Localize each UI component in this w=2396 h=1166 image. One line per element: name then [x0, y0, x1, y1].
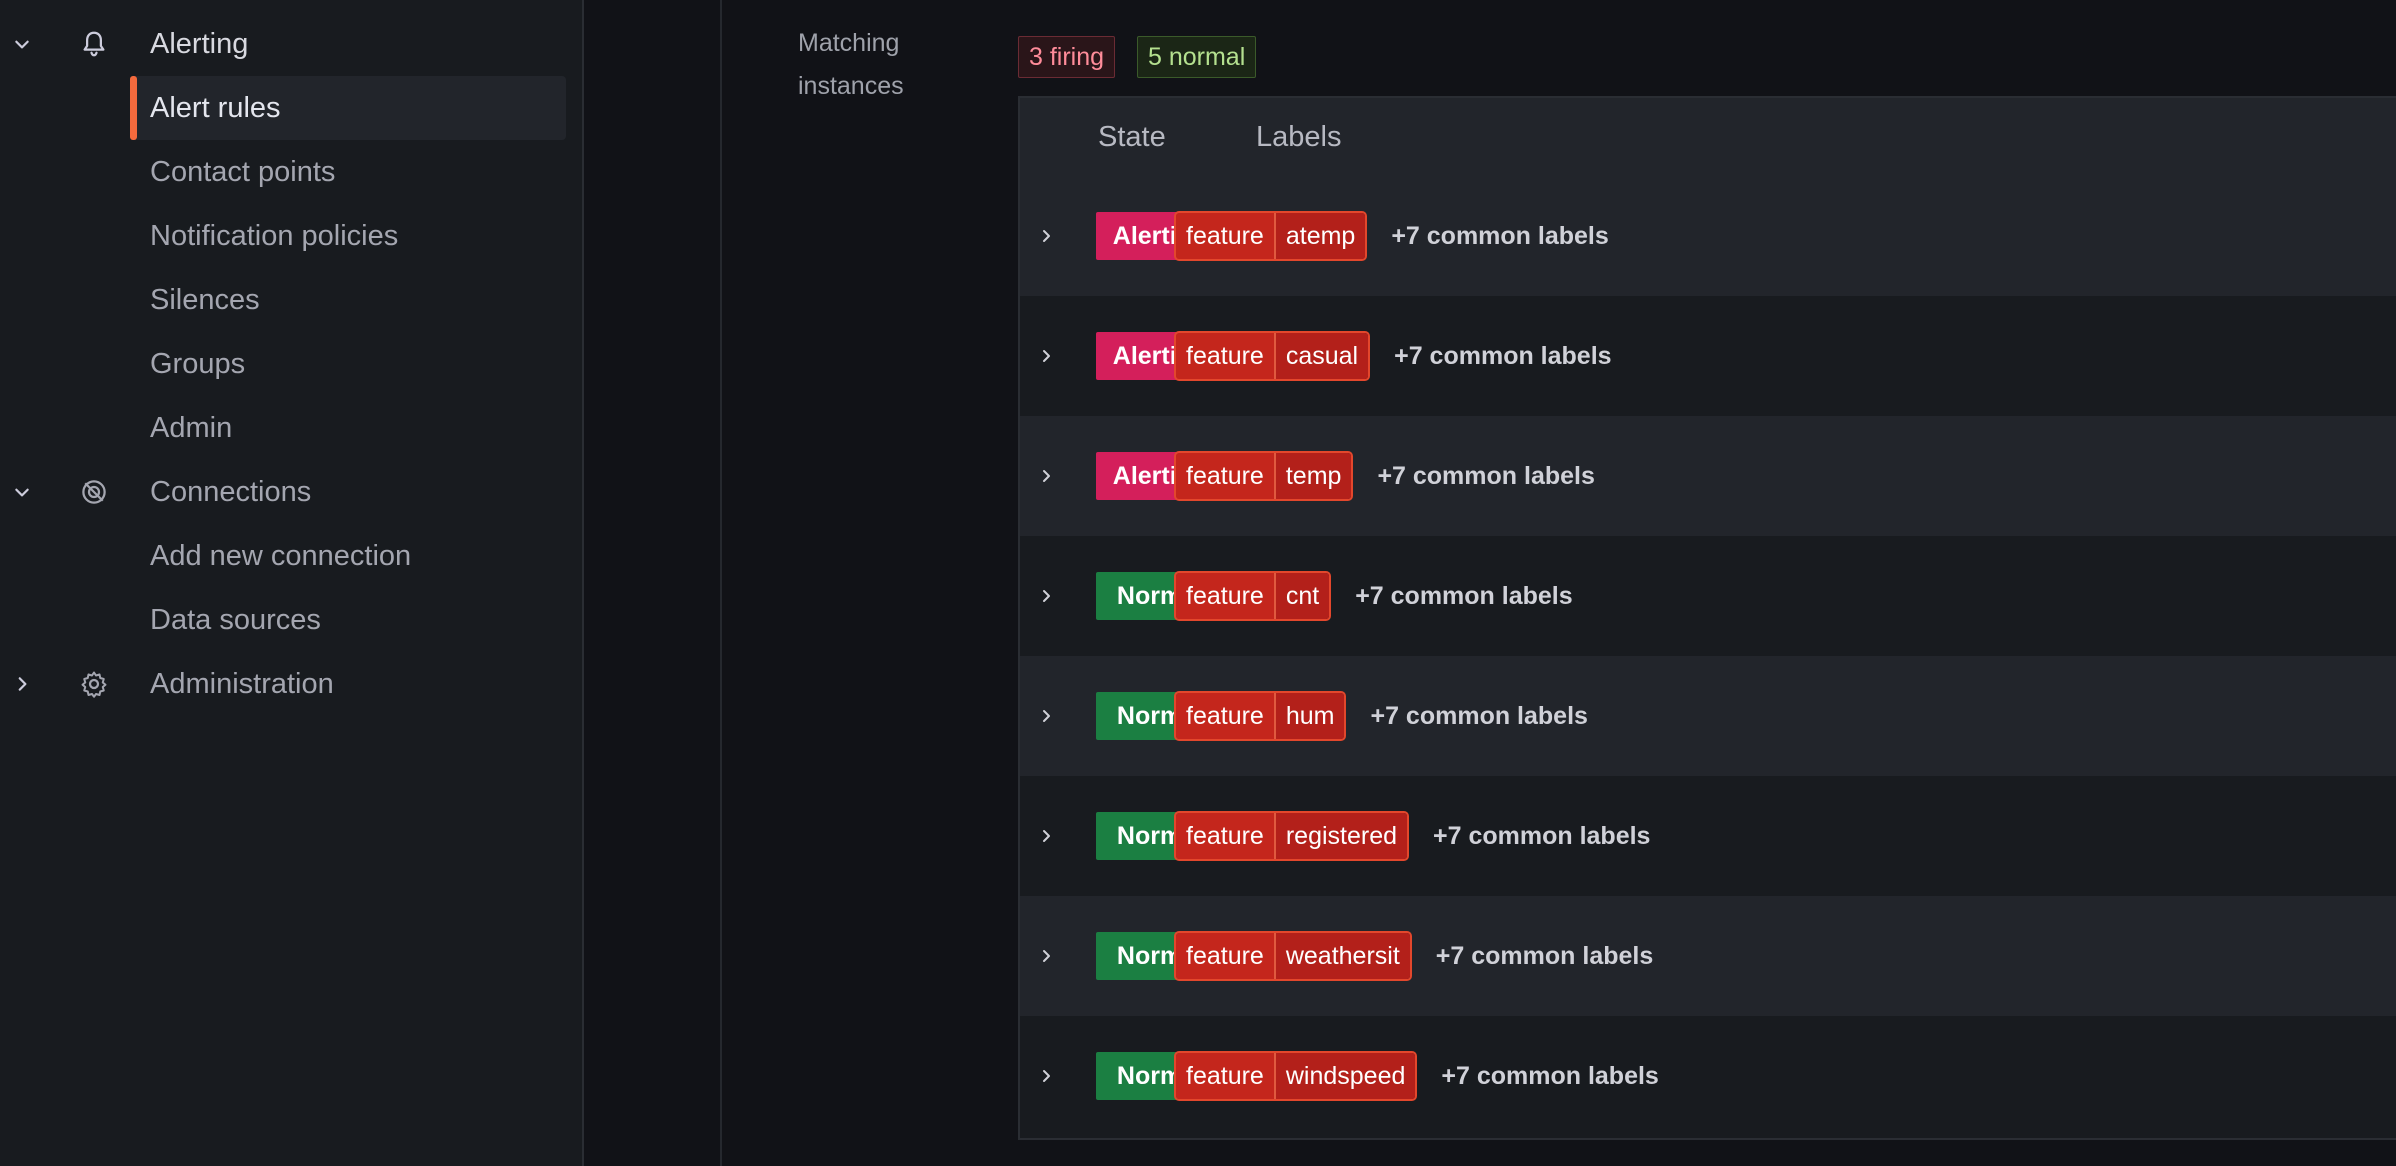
- sidebar-item-label: Alert rules: [150, 91, 281, 124]
- label-key: feature: [1176, 573, 1276, 619]
- label-chip[interactable]: feature windspeed: [1174, 1051, 1418, 1101]
- labels-cell: feature cnt +7 common labels: [1174, 571, 1573, 621]
- label-value: hum: [1275, 693, 1345, 739]
- labels-cell: feature casual +7 common labels: [1174, 331, 1612, 381]
- common-labels-toggle[interactable]: +7 common labels: [1391, 222, 1608, 251]
- sidebar-item-alert-rules[interactable]: Alert rules: [130, 76, 566, 140]
- common-labels-toggle[interactable]: +7 common labels: [1436, 942, 1653, 971]
- common-labels-toggle[interactable]: +7 common labels: [1441, 1062, 1658, 1091]
- label-chip[interactable]: feature temp: [1174, 451, 1354, 501]
- sidebar-item-label: Contact points: [150, 155, 336, 188]
- chevron-right-icon[interactable]: [1034, 464, 1058, 488]
- sidebar-item-connections[interactable]: Connections: [0, 460, 582, 524]
- label-key: feature: [1176, 693, 1276, 739]
- normal-count-badge: 5 normal: [1137, 36, 1257, 78]
- label-value: casual: [1275, 333, 1369, 379]
- label-value: cnt: [1275, 573, 1330, 619]
- field-label-line: Matching: [798, 29, 900, 57]
- label-key: feature: [1176, 333, 1276, 379]
- chevron-right-icon[interactable]: [1034, 704, 1058, 728]
- label-chip[interactable]: feature atemp: [1174, 211, 1368, 261]
- sidebar-item-label: Groups: [150, 347, 246, 380]
- column-header-state: State: [1098, 120, 1166, 153]
- sidebar-item-label: Silences: [150, 283, 260, 316]
- common-labels-toggle[interactable]: +7 common labels: [1394, 342, 1611, 371]
- chevron-down-icon[interactable]: [10, 480, 34, 504]
- label-chip[interactable]: feature registered: [1174, 811, 1410, 861]
- sidebar-item-label: Admin: [150, 411, 233, 444]
- labels-cell: feature weathersit +7 common labels: [1174, 931, 1653, 981]
- sidebar-item-data-sources[interactable]: Data sources: [130, 588, 566, 652]
- table-row[interactable]: Alerting feature atemp +7 common labels: [1020, 176, 2396, 296]
- common-labels-toggle[interactable]: +7 common labels: [1370, 702, 1587, 731]
- table-row[interactable]: Normal feature weathersit +7 common labels: [1020, 896, 2396, 1016]
- sidebar-item-alerting[interactable]: Alerting: [0, 12, 582, 76]
- bell-icon: [76, 26, 112, 62]
- chevron-down-icon[interactable]: [10, 32, 34, 56]
- labels-cell: feature hum +7 common labels: [1174, 691, 1588, 741]
- label-value: windspeed: [1275, 1053, 1416, 1099]
- sidebar-item-label: Notification policies: [150, 219, 399, 252]
- label-chip[interactable]: feature cnt: [1174, 571, 1332, 621]
- column-header-labels: Labels: [1256, 120, 1342, 153]
- chevron-right-icon[interactable]: [1034, 584, 1058, 608]
- label-key: feature: [1176, 453, 1276, 499]
- label-value: atemp: [1275, 213, 1366, 259]
- firing-count-badge: 3 firing: [1018, 36, 1116, 78]
- label-key: feature: [1176, 213, 1276, 259]
- table-row[interactable]: Normal feature cnt +7 common labels: [1020, 536, 2396, 656]
- label-value: registered: [1275, 813, 1408, 859]
- sidebar-item-label: Alerting: [150, 27, 249, 60]
- sidebar-item-administration[interactable]: Administration: [0, 652, 582, 716]
- label-key: feature: [1176, 1053, 1276, 1099]
- label-key: feature: [1176, 813, 1276, 859]
- chevron-right-icon[interactable]: [1034, 344, 1058, 368]
- labels-cell: feature temp +7 common labels: [1174, 451, 1595, 501]
- label-value: weathersit: [1275, 933, 1410, 979]
- sidebar-item-add-new-connection[interactable]: Add new connection: [130, 524, 566, 588]
- sidebar-item-label: Connections: [150, 475, 312, 508]
- common-labels-toggle[interactable]: +7 common labels: [1433, 822, 1650, 851]
- sidebar-item-admin[interactable]: Admin: [130, 396, 566, 460]
- sidebar-item-label: Add new connection: [150, 539, 412, 572]
- label-chip[interactable]: feature hum: [1174, 691, 1347, 741]
- chevron-right-icon[interactable]: [1034, 224, 1058, 248]
- field-label-line: instances: [798, 72, 904, 100]
- sidebar-nav: Alerting Alert rules Contact points Noti…: [0, 0, 584, 1166]
- table-header: State Labels: [1020, 98, 2396, 176]
- labels-cell: feature windspeed +7 common labels: [1174, 1051, 1659, 1101]
- labels-cell: feature atemp +7 common labels: [1174, 211, 1609, 261]
- table-row[interactable]: Alerting feature temp +7 common labels: [1020, 416, 2396, 536]
- table-row[interactable]: Normal feature hum +7 common labels: [1020, 656, 2396, 776]
- gear-icon: [76, 666, 112, 702]
- table-row[interactable]: Normal feature windspeed +7 common labels: [1020, 1016, 2396, 1136]
- chevron-right-icon[interactable]: [1034, 944, 1058, 968]
- sidebar-item-notification-policies[interactable]: Notification policies: [130, 204, 566, 268]
- sidebar-item-groups[interactable]: Groups: [130, 332, 566, 396]
- label-value: temp: [1275, 453, 1352, 499]
- table-row[interactable]: Normal feature registered +7 common labels: [1020, 776, 2396, 896]
- connections-icon: [76, 474, 112, 510]
- sidebar-item-contact-points[interactable]: Contact points: [130, 140, 566, 204]
- chevron-right-icon[interactable]: [1034, 1064, 1058, 1088]
- gutter-column: [584, 0, 722, 1166]
- chevron-right-icon[interactable]: [10, 672, 34, 696]
- common-labels-toggle[interactable]: +7 common labels: [1377, 462, 1594, 491]
- sidebar-item-label: Data sources: [150, 603, 321, 636]
- label-key: feature: [1176, 933, 1276, 979]
- sidebar-item-silences[interactable]: Silences: [130, 268, 566, 332]
- matching-instances-label: Matching instances: [798, 22, 928, 108]
- instances-table: State Labels Alerting feature atemp +7 comm…: [1018, 96, 2396, 1140]
- labels-cell: feature registered +7 common labels: [1174, 811, 1650, 861]
- sidebar-item-label: Administration: [150, 667, 334, 700]
- common-labels-toggle[interactable]: +7 common labels: [1355, 582, 1572, 611]
- chevron-right-icon[interactable]: [1034, 824, 1058, 848]
- label-chip[interactable]: feature casual: [1174, 331, 1371, 381]
- table-row[interactable]: Alerting feature casual +7 common labels: [1020, 296, 2396, 416]
- active-indicator: [130, 76, 137, 140]
- label-chip[interactable]: feature weathersit: [1174, 931, 1412, 981]
